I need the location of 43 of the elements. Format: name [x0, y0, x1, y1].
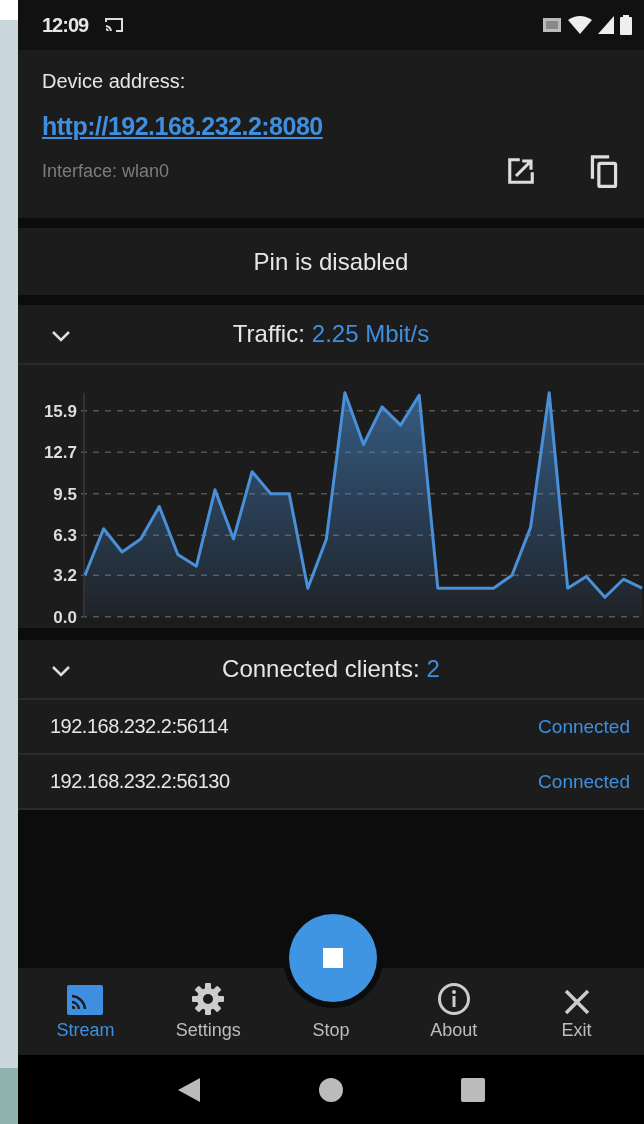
axis-label: 15.9 [43, 401, 77, 421]
traffic-header[interactable]: Traffic: 2.25 Mbit/s [18, 305, 644, 365]
interface-label: Interface: wlan0 [42, 160, 170, 182]
axis-label: 3.2 [53, 566, 77, 586]
clients-count: 2 [426, 655, 440, 683]
open-external-icon[interactable] [506, 156, 536, 186]
stream-tab[interactable]: Stream [24, 968, 147, 1055]
pin-status-text: Pin is disabled [253, 247, 409, 276]
settings-tab[interactable]: Settings [146, 968, 270, 1055]
wifi-icon [568, 16, 592, 34]
notification-icon [542, 16, 562, 34]
signal-icon [598, 16, 614, 34]
axis-label: 9.5 [53, 484, 77, 504]
cast-icon [104, 16, 125, 34]
client-status: Connected [538, 715, 630, 738]
clock: 12:09 [42, 13, 89, 37]
device-address-label: Device address: [42, 69, 187, 94]
info-icon [436, 982, 471, 1016]
stop-icon [323, 948, 343, 968]
gear-icon [191, 982, 226, 1016]
client-address: 192.168.232.2:56130 [50, 770, 230, 793]
home-icon[interactable] [318, 1076, 344, 1103]
clients-label: Connected clients: [222, 655, 420, 683]
client-address: 192.168.232.2:56114 [50, 715, 229, 738]
traffic-value: 2.25 Mbit/s [311, 320, 430, 348]
cast-icon [66, 984, 105, 1016]
axis-label: 12.7 [43, 443, 77, 463]
stop-tab[interactable]: Stop [269, 1020, 393, 1041]
exit-tab[interactable]: Exit [515, 968, 638, 1055]
axis-label: 0.0 [53, 607, 77, 627]
traffic-label: Traffic: [232, 320, 305, 348]
client-status: Connected [538, 770, 630, 793]
clients-header[interactable]: Connected clients: 2 [18, 640, 644, 700]
back-icon[interactable] [176, 1075, 202, 1104]
close-icon [562, 988, 591, 1016]
chevron-icon[interactable] [50, 329, 72, 343]
copy-icon[interactable] [588, 153, 620, 189]
recents-icon[interactable] [460, 1076, 486, 1103]
battery-icon [620, 15, 632, 35]
chevron-icon[interactable] [50, 664, 72, 678]
about-tab[interactable]: About [392, 968, 516, 1055]
axis-label: 6.3 [53, 526, 77, 546]
device-address-link[interactable]: http://192.168.232.2:8080 [42, 112, 323, 141]
